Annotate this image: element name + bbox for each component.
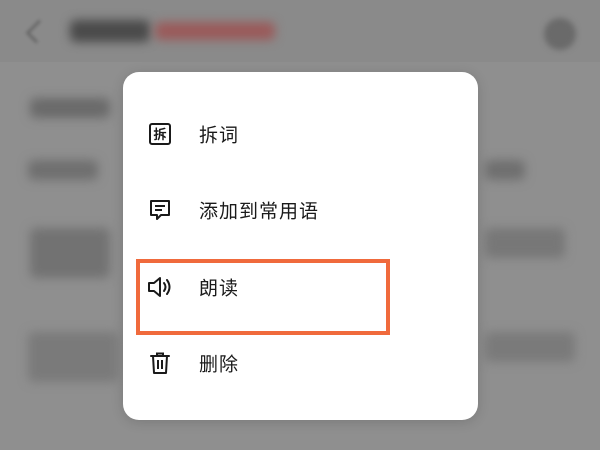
background-text-blur [30,228,110,278]
background-text-blur [485,160,525,180]
menu-item-label: 拆词 [199,124,240,147]
trash-icon [147,350,173,376]
menu-item-read-aloud[interactable]: 朗读 [123,252,478,322]
add-phrase-icon [147,197,173,223]
background-text-blur [485,332,575,362]
context-menu: 拆 拆词 添加到常用语 朗读 删除 [123,72,478,420]
split-word-icon: 拆 [147,121,173,147]
menu-item-split-word[interactable]: 拆 拆词 [123,99,478,169]
background-text-blur [28,332,118,382]
background-avatar [544,18,576,50]
background-text-blur [485,228,565,258]
background-subtitle-blur [155,22,275,40]
menu-item-delete[interactable]: 删除 [123,328,478,398]
menu-item-label: 删除 [199,353,240,376]
menu-item-add-phrase[interactable]: 添加到常用语 [123,175,478,245]
screen: 拆 拆词 添加到常用语 朗读 删除 [0,0,600,450]
background-text-blur [30,98,110,118]
background-title-blur [70,20,150,42]
svg-text:拆: 拆 [153,127,166,143]
background-text-blur [28,160,98,180]
menu-item-label: 添加到常用语 [199,200,320,223]
speaker-icon [147,274,173,300]
menu-item-label: 朗读 [199,277,240,300]
